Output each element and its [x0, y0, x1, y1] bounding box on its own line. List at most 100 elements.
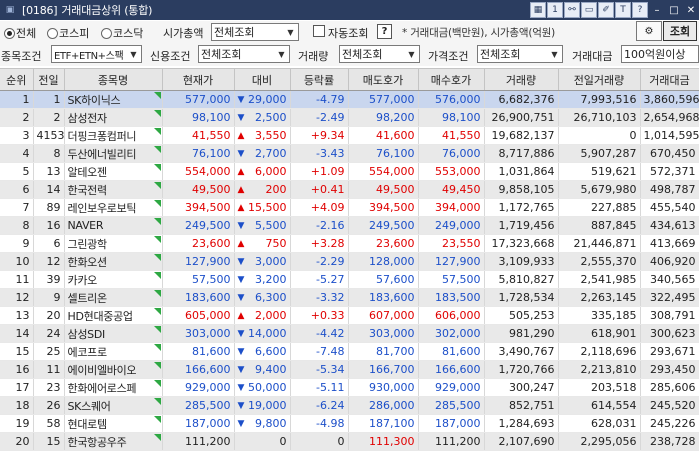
table-row[interactable]: 7 89 레인보우로보틱 394,500 ▲ 15,500 +4.09 394,500 394,…	[0, 198, 699, 217]
down-triangle-icon: ▼	[237, 220, 245, 231]
col-header-bid[interactable]: 매수호가	[418, 68, 485, 91]
col-header-ask[interactable]: 매도호가	[348, 68, 419, 91]
chevron-down-icon[interactable]: ▼	[548, 47, 561, 61]
table-row[interactable]: 18 26 SK스퀘어 285,500 ▼ 19,000 -6.24 286,000 285,5…	[0, 396, 699, 415]
cell-volume: 5,810,827	[484, 270, 559, 289]
cell-prev-volume: 2,263,145	[558, 288, 641, 307]
chevron-down-icon[interactable]: ▼	[127, 47, 140, 61]
change-value: 2,500	[255, 111, 287, 124]
radio-kospi[interactable]: 코스피	[47, 25, 89, 41]
cell-ask: 286,000	[348, 396, 419, 415]
minimize-icon[interactable]: –	[649, 2, 665, 18]
cell-change: ▼ 29,000	[234, 90, 291, 109]
col-header-rate[interactable]: 등락률	[290, 68, 349, 91]
window-menu-icon[interactable]: ▣	[2, 3, 18, 17]
price-select[interactable]: 전체조회 ▼	[477, 45, 563, 63]
table-row[interactable]: 8 16 NAVER 249,500 ▼ 5,500 -2.16 249,500 249,000…	[0, 216, 699, 235]
down-triangle-icon: ▼	[237, 418, 245, 429]
cell-change: ▲ 200	[234, 180, 291, 199]
radio-kospi-dot[interactable]	[47, 27, 58, 39]
table-row[interactable]: 13 20 HD현대중공업 605,000 ▲ 2,000 +0.33 607,000 606,…	[0, 306, 699, 325]
chevron-down-icon[interactable]: ▼	[284, 25, 297, 39]
cell-prev: 58	[33, 414, 65, 433]
table-row[interactable]: 17 23 한화에어로스페 929,000 ▼ 50,000 -5.11 930,000 929…	[0, 378, 699, 397]
chevron-down-icon[interactable]: ▼	[275, 47, 288, 61]
cell-name: 한국전력	[64, 180, 163, 199]
col-header-prev-rank[interactable]: 전일	[33, 68, 65, 91]
col-header-price[interactable]: 현재가	[162, 68, 235, 91]
table-row[interactable]: 4 8 두산에너빌리티 76,100 ▼ 2,700 -3.43 76,100 76,000 8,…	[0, 144, 699, 163]
cell-prev-volume: 2,555,370	[558, 252, 641, 271]
col-header-amount[interactable]: 거래대금	[640, 68, 699, 91]
change-value: 19,000	[248, 399, 287, 412]
cell-bid: 127,900	[418, 252, 485, 271]
cell-name: 카카오	[64, 270, 163, 289]
table-row[interactable]: 6 14 한국전력 49,500 ▲ 200 +0.41 49,500 49,450 9,858,…	[0, 180, 699, 199]
settings-button[interactable]: ⚙	[636, 21, 662, 41]
table-row[interactable]: 2 2 삼성전자 98,100 ▼ 2,500 -2.49 98,200 98,100 26,90…	[0, 108, 699, 127]
col-header-change[interactable]: 대비	[234, 68, 291, 91]
cell-prev-volume: 2,213,810	[558, 360, 641, 379]
radio-all-dot[interactable]	[4, 27, 15, 39]
auto-refresh-checkbox[interactable]	[313, 25, 325, 37]
search-button[interactable]: 조회	[663, 21, 697, 41]
cell-price: 98,100	[162, 108, 235, 127]
col-header-rank[interactable]: 순위	[0, 68, 34, 91]
cell-rate: -5.27	[290, 270, 349, 289]
table-row[interactable]: 9 6 그린광학 23,600 ▲ 750 +3.28 23,600 23,550 17,323,…	[0, 234, 699, 253]
credit-select[interactable]: 전체조회 ▼	[198, 45, 290, 63]
cell-prev: 26	[33, 396, 65, 415]
table-row[interactable]: 1 1 SK하이닉스 577,000 ▼ 29,000 -4.79 577,000 576,00…	[0, 90, 699, 109]
cell-volume: 1,720,766	[484, 360, 559, 379]
cell-bid: 111,200	[418, 432, 485, 451]
maximize-icon[interactable]: □	[666, 2, 682, 18]
table-row[interactable]: 15 25 에코프로 81,600 ▼ 6,600 -7.48 81,700 81,600 3,4…	[0, 342, 699, 361]
cell-volume: 1,719,456	[484, 216, 559, 235]
chevron-down-icon[interactable]: ▼	[405, 47, 418, 61]
cell-rank: 6	[0, 180, 34, 199]
col-header-volume[interactable]: 거래량	[484, 68, 559, 91]
change-value: 200	[265, 183, 287, 196]
flag-icon	[153, 290, 161, 297]
amount-select[interactable]: 100억원이상	[621, 45, 699, 63]
volume-select[interactable]: 전체조회 ▼	[339, 45, 420, 63]
pin-icon[interactable]: ✐	[598, 2, 614, 18]
table-row[interactable]: 19 58 현대로템 187,000 ▼ 9,800 -4.98 187,100 187,000…	[0, 414, 699, 433]
cell-volume: 852,751	[484, 396, 559, 415]
table-row[interactable]: 10 12 한화오션 127,900 ▼ 3,000 -2.29 128,000 127,900…	[0, 252, 699, 271]
stock-cond-label: 종목조건	[1, 50, 42, 63]
num-one-icon[interactable]: 1	[547, 2, 563, 18]
col-header-name[interactable]: 종목명	[64, 68, 163, 91]
stock-cond-select[interactable]: ETF+ETN+스팩 ▼	[51, 45, 142, 63]
close-icon[interactable]: ✕	[683, 2, 699, 18]
table-row[interactable]: 5 13 알테오젠 554,000 ▲ 6,000 +1.09 554,000 553,000 1…	[0, 162, 699, 181]
table-row[interactable]: 16 11 에이비엘바이오 166,600 ▼ 9,400 -5.34 166,700 166,…	[0, 360, 699, 379]
radio-kosdaq-dot[interactable]	[101, 27, 112, 39]
cell-rate: +1.09	[290, 162, 349, 181]
help-icon[interactable]: ?	[632, 2, 648, 18]
radio-kosdaq[interactable]: 코스닥	[101, 25, 143, 41]
cell-prev: 39	[33, 270, 65, 289]
cell-bid: 81,600	[418, 342, 485, 361]
change-value: 6,300	[255, 291, 287, 304]
volume-value: 전체조회	[342, 48, 383, 61]
cell-price: 249,500	[162, 216, 235, 235]
cell-bid: 57,500	[418, 270, 485, 289]
table-row[interactable]: 11 39 카카오 57,500 ▼ 3,200 -5.27 57,600 57,500 5,81…	[0, 270, 699, 289]
link-icon[interactable]: ⚯	[564, 2, 580, 18]
grid-icon[interactable]: ▦	[530, 2, 546, 18]
credit-label: 신용조건	[150, 50, 191, 63]
table-row[interactable]: 14 24 삼성SDI 303,000 ▼ 14,000 -4.42 303,000 302,0…	[0, 324, 699, 343]
table-row[interactable]: 20 15 한국항공우주 111,200 0 0 111,300 111,200 2,107,6…	[0, 432, 699, 451]
cell-prev-volume: 2,541,985	[558, 270, 641, 289]
radio-all[interactable]: 전체	[4, 25, 36, 41]
flag-icon	[153, 326, 161, 333]
window-icon[interactable]: ▭	[581, 2, 597, 18]
col-header-prev-volume[interactable]: 전일거래량	[558, 68, 641, 91]
mcap-select[interactable]: 전체조회 ▼	[211, 23, 299, 41]
cell-volume: 1,172,765	[484, 198, 559, 217]
font-size-icon[interactable]: T	[615, 2, 631, 18]
table-row[interactable]: 12 9 셀트리온 183,600 ▼ 6,300 -3.32 183,600 183,500 1…	[0, 288, 699, 307]
help-button[interactable]: ?	[377, 24, 392, 39]
table-row[interactable]: 3 4153 더핑크퐁컴퍼니 41,550 ▲ 3,550 +9.34 41,600 41,55…	[0, 126, 699, 145]
